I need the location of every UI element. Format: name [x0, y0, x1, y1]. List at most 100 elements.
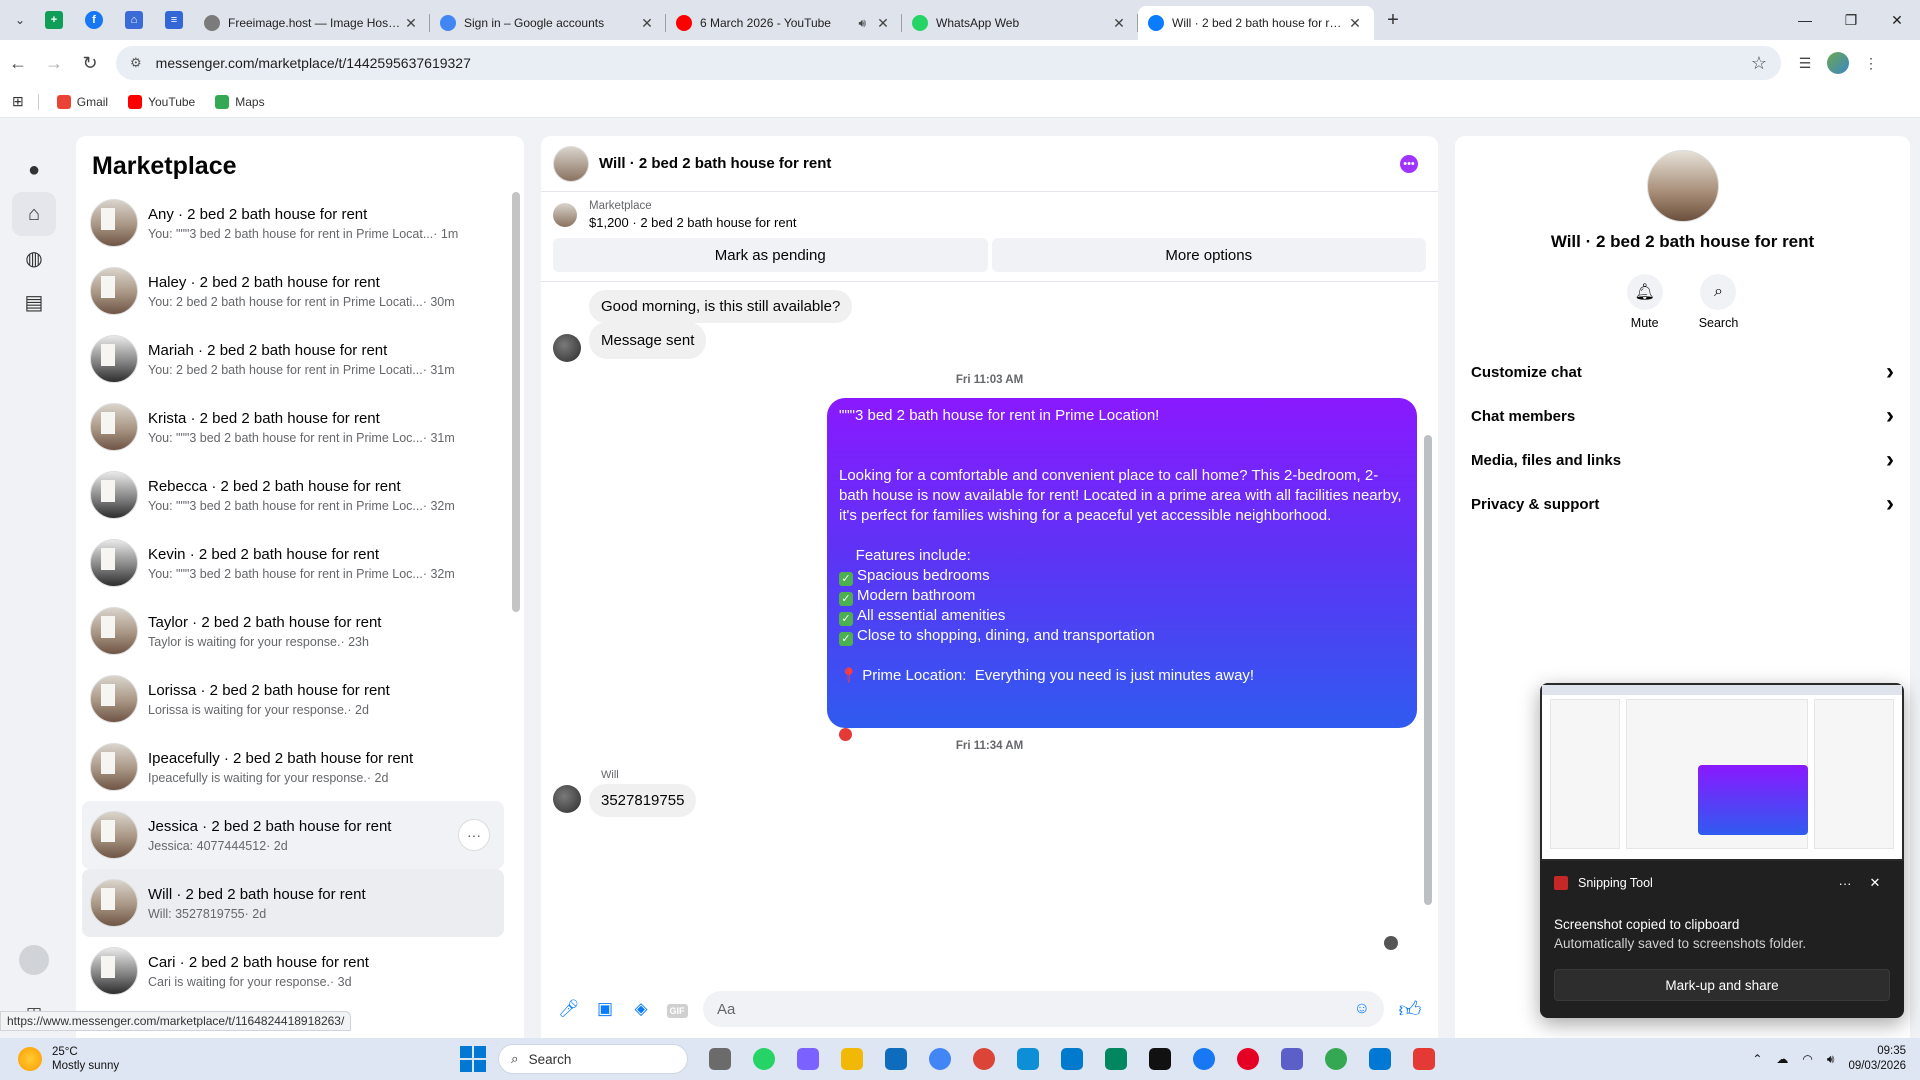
play-store-app-button[interactable] — [1094, 1048, 1138, 1070]
chrome-app-button[interactable] — [918, 1048, 962, 1070]
chats-icon[interactable]: ● — [12, 148, 56, 192]
conversation-item[interactable]: Rebecca · 2 bed 2 bath house for rent You… — [82, 461, 504, 529]
info-row-media-files-and-links[interactable]: Media, files and links › — [1455, 438, 1910, 482]
mute-action[interactable]: 🔔︎ Mute — [1626, 274, 1663, 330]
close-window-icon[interactable]: ✕ — [1874, 12, 1920, 29]
apps-grid-icon[interactable]: ⊞ — [12, 93, 24, 110]
browser-tab[interactable]: Will · 2 bed 2 bath house for rent ✕ — [1138, 6, 1374, 40]
tiktok-app-button[interactable] — [1138, 1048, 1182, 1070]
conversation-item[interactable]: Taylor · 2 bed 2 bath house for rent Tayl… — [82, 597, 504, 665]
conversation-options-icon[interactable]: ··· — [458, 819, 490, 851]
close-icon[interactable]: ✕ — [1860, 875, 1890, 891]
vscode-app-button[interactable] — [1050, 1048, 1094, 1070]
wifi-icon[interactable]: ◠ — [1802, 1052, 1812, 1066]
copilot-app-button[interactable] — [786, 1048, 830, 1070]
more-options-button[interactable]: More options — [991, 238, 1426, 272]
screenshot-preview[interactable] — [1540, 683, 1904, 861]
conversation-item[interactable]: Ipeacefully · 2 bed 2 bath house for ren… — [82, 733, 504, 801]
store-app-button[interactable] — [1358, 1048, 1402, 1070]
sender-avatar[interactable] — [553, 785, 581, 813]
conversation-item[interactable]: Kevin · 2 bed 2 bath house for rent You: … — [82, 529, 504, 597]
new-tab-button[interactable]: + — [1378, 9, 1408, 32]
conversation-item[interactable]: Lorissa · 2 bed 2 bath house for rent Lor… — [82, 665, 504, 733]
close-tab-icon[interactable]: ✕ — [1346, 15, 1364, 32]
address-url[interactable]: messenger.com/marketplace/t/144259563761… — [156, 55, 1751, 71]
reading-list-icon[interactable]: ☰ — [1793, 55, 1817, 72]
chevron-up-icon[interactable]: ⌃ — [1752, 1052, 1762, 1066]
incoming-message[interactable]: 3527819755 — [589, 784, 697, 817]
minimize-icon[interactable]: — — [1782, 12, 1828, 29]
outgoing-message[interactable]: """3 bed 2 bath house for rent in Prime … — [827, 398, 1417, 764]
pinned-tab-forms[interactable]: ≡ — [154, 0, 194, 40]
chat-title[interactable]: Will · 2 bed 2 bath house for rent — [599, 155, 1400, 172]
close-tab-icon[interactable]: ✕ — [402, 15, 420, 32]
marketplace-icon[interactable]: ⌂ — [12, 192, 56, 236]
kebab-menu-icon[interactable]: ⋮ — [1859, 55, 1883, 72]
edge-app-button[interactable] — [1006, 1048, 1050, 1070]
wps-app-button[interactable] — [1402, 1048, 1446, 1070]
sticker-icon[interactable]: ◈ — [623, 999, 659, 1019]
chat-scrollbar[interactable] — [1424, 435, 1432, 905]
info-avatar[interactable] — [1646, 150, 1719, 222]
outlook-app-button[interactable] — [874, 1048, 918, 1070]
browser-tab[interactable]: 6 March 2026 - YouTube 🔊︎ ✕ — [666, 6, 902, 40]
bookmark-item[interactable]: YouTube — [128, 94, 195, 109]
conversation-item[interactable]: Any · 2 bed 2 bath house for rent You: ""… — [82, 189, 504, 257]
pinterest-app-button[interactable] — [1226, 1048, 1270, 1070]
sidebar-scrollbar[interactable] — [512, 192, 520, 612]
file-explorer-app-button[interactable] — [698, 1048, 742, 1070]
emoji-icon[interactable]: ☺ — [1354, 1000, 1370, 1018]
site-info-icon[interactable]: ⚙ — [130, 55, 142, 71]
close-tab-icon[interactable]: ✕ — [1110, 15, 1128, 32]
conversation-item[interactable]: Krista · 2 bed 2 bath house for rent You:… — [82, 393, 504, 461]
chat-avatar[interactable] — [553, 145, 589, 182]
pinned-tab-drive[interactable]: ⌂ — [114, 0, 154, 40]
more-options-icon[interactable]: ··· — [1830, 876, 1860, 891]
pinned-tab-sheets[interactable]: + — [34, 0, 74, 40]
chrome-profile-app-button[interactable] — [1314, 1048, 1358, 1070]
bookmark-item[interactable]: Maps — [215, 94, 265, 109]
incoming-message[interactable]: Good morning, is this still available? — [589, 290, 853, 323]
info-row-chat-members[interactable]: Chat members › — [1455, 394, 1910, 438]
address-bar[interactable]: ⚙ messenger.com/marketplace/t/1442595637… — [116, 46, 1781, 80]
taskbar-search[interactable]: ⌕ Search — [498, 1044, 688, 1074]
sender-avatar[interactable] — [553, 334, 581, 362]
listing-price-title[interactable]: $1,200 · 2 bed 2 bath house for rent — [589, 215, 796, 230]
bookmark-star-icon[interactable]: ☆ — [1751, 53, 1767, 74]
teams-app-button[interactable] — [1270, 1048, 1314, 1070]
conversation-item[interactable]: Jessica · 2 bed 2 bath house for rent Jes… — [82, 801, 504, 869]
incoming-message[interactable]: Message sent — [589, 322, 707, 359]
microphone-icon[interactable]: 🎤︎ — [551, 999, 587, 1019]
volume-icon[interactable]: 🔊︎ — [1827, 1052, 1835, 1067]
conversation-item[interactable]: Cari · 2 bed 2 bath house for rent Cari i… — [82, 937, 504, 1005]
info-row-privacy-support[interactable]: Privacy & support › — [1455, 482, 1910, 526]
windows-start-icon[interactable] — [460, 1046, 486, 1072]
thumbs-up-icon[interactable]: 👍︎ — [1392, 996, 1428, 1023]
conversation-item[interactable]: Will · 2 bed 2 bath house for rent Will: … — [82, 869, 504, 937]
restore-icon[interactable]: ❐ — [1828, 12, 1874, 29]
photo-icon[interactable]: ▣ — [587, 999, 623, 1019]
user-profile-icon[interactable] — [12, 938, 56, 982]
gif-icon[interactable]: GIF — [659, 999, 695, 1019]
forward-arrow-icon[interactable]: → — [36, 53, 72, 74]
info-row-customize-chat[interactable]: Customize chat › — [1455, 350, 1910, 394]
onedrive-icon[interactable]: ☁ — [1776, 1052, 1788, 1066]
conversation-info-icon[interactable]: ••• — [1400, 154, 1418, 173]
search-action[interactable]: ⌕ Search — [1699, 274, 1738, 330]
clock[interactable]: 09:35 09/03/2026 — [1848, 1044, 1906, 1074]
audio-playing-icon[interactable]: 🔊︎ — [858, 16, 866, 31]
conversation-item[interactable]: Haley · 2 bed 2 bath house for rent You: … — [82, 257, 504, 325]
tab-search-chevron-icon[interactable]: ⌄ — [6, 6, 34, 34]
reload-icon[interactable]: ↻ — [72, 53, 108, 74]
message-requests-icon[interactable]: ◍ — [12, 236, 56, 280]
profile-avatar[interactable] — [1827, 52, 1849, 74]
browser-tab[interactable]: Freeimage.host — Image Hosting ✕ — [194, 6, 430, 40]
facebook-app-button[interactable] — [1182, 1048, 1226, 1070]
mark-as-pending-button[interactable]: Mark as pending — [553, 238, 988, 272]
snipping-tool-notification[interactable]: Snipping Tool ··· ✕ Screenshot copied to… — [1540, 683, 1904, 1018]
whatsapp-app-button[interactable] — [742, 1048, 786, 1070]
browser-tab[interactable]: WhatsApp Web ✕ — [902, 6, 1138, 40]
archive-icon[interactable]: ▤ — [12, 280, 56, 324]
weather-widget[interactable]: 25°C Mostly sunny — [0, 1045, 400, 1073]
conversation-item[interactable]: Mariah · 2 bed 2 bath house for rent You:… — [82, 325, 504, 393]
